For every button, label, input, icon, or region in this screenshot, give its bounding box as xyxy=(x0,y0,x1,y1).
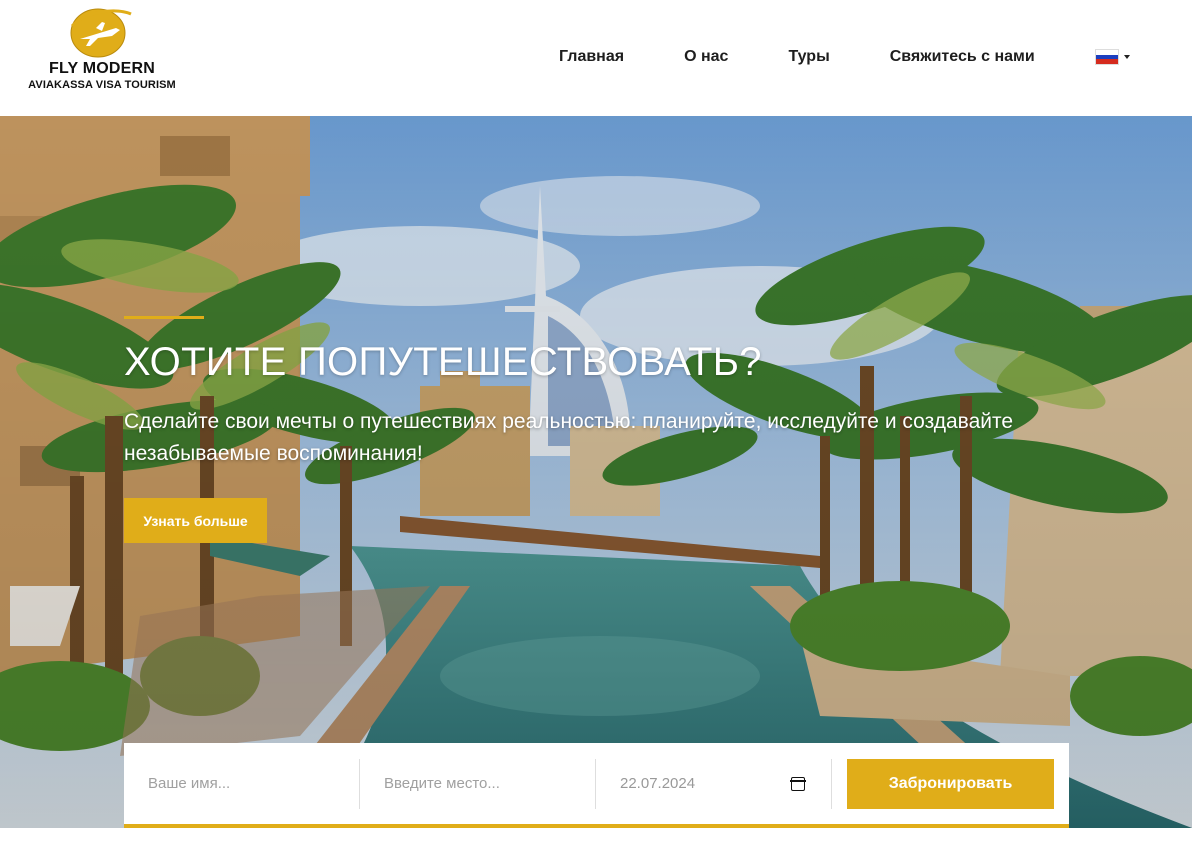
nav-item-tours[interactable]: Туры xyxy=(788,48,829,66)
site-logo[interactable]: FLY MODERN AVIAKASSA VISA TOURISM xyxy=(22,6,182,96)
place-input[interactable] xyxy=(384,758,595,809)
book-button[interactable]: Забронировать xyxy=(847,758,1054,809)
russian-flag-icon xyxy=(1094,49,1119,65)
name-input[interactable] xyxy=(148,758,359,809)
name-field-container xyxy=(124,758,360,809)
airplane-globe-icon xyxy=(70,8,132,58)
date-value: 22.07.2024 xyxy=(620,775,696,792)
place-field-container xyxy=(360,758,596,809)
hero-section: ХОТИТЕ ПОПУТЕШЕСТВОВАТЬ? Сделайте свои м… xyxy=(0,116,1192,828)
site-header: FLY MODERN AVIAKASSA VISA TOURISM Главна… xyxy=(0,0,1192,116)
main-nav: Главная О нас Туры Свяжитесь с нами xyxy=(559,46,1130,68)
caret-down-icon xyxy=(1123,55,1130,59)
hero-title: ХОТИТЕ ПОПУТЕШЕСТВОВАТЬ? xyxy=(124,340,762,384)
brand-subtitle: AVIAKASSA VISA TOURISM xyxy=(28,79,176,91)
nav-item-home[interactable]: Главная xyxy=(559,48,624,66)
date-field[interactable]: 22.07.2024 xyxy=(596,758,832,809)
hero-accent-line xyxy=(124,316,204,319)
nav-item-about[interactable]: О нас xyxy=(684,48,728,66)
hero-subtitle: Сделайте свои мечты о путешествиях реаль… xyxy=(124,410,1014,465)
page-bottom-strip xyxy=(0,828,1192,848)
nav-item-contact[interactable]: Свяжитесь с нами xyxy=(890,48,1035,66)
learn-more-button[interactable]: Узнать больше xyxy=(124,498,267,543)
language-selector[interactable] xyxy=(1094,49,1130,65)
calendar-icon[interactable] xyxy=(790,776,806,791)
booking-form: 22.07.2024 Забронировать xyxy=(124,743,1069,828)
hero-background-image xyxy=(0,116,1192,828)
brand-title: FLY MODERN xyxy=(48,60,155,77)
